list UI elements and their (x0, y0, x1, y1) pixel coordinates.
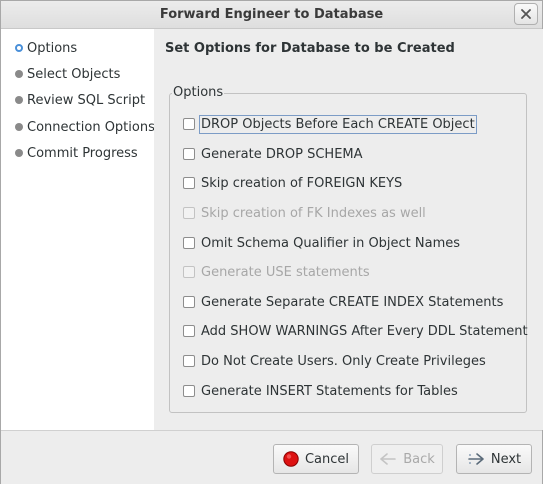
option-label: Skip creation of FOREIGN KEYS (201, 175, 403, 191)
checkbox[interactable] (183, 385, 195, 397)
option-label: Generate USE statements (201, 264, 370, 280)
step-label: Connection Options (27, 119, 155, 135)
option-omit-schema-qualifier[interactable]: Omit Schema Qualifier in Object Names (183, 233, 460, 253)
options-group-label: Options (172, 85, 225, 100)
step-label: Select Objects (27, 66, 121, 82)
cancel-label: Cancel (304, 451, 350, 467)
checkbox[interactable] (183, 237, 195, 249)
cancel-button[interactable]: Cancel (273, 444, 359, 474)
checkbox[interactable] (183, 325, 195, 337)
next-button[interactable]: Next (456, 444, 532, 474)
option-generate-use: Generate USE statements (183, 262, 370, 282)
step-bullet-icon (15, 70, 23, 78)
wizard-window: Forward Engineer to Database Options Sel… (0, 0, 543, 484)
checkbox[interactable] (183, 355, 195, 367)
option-label: Omit Schema Qualifier in Object Names (201, 235, 461, 251)
option-drop-objects[interactable]: DROP Objects Before Each CREATE Object (183, 114, 477, 134)
option-label: DROP Objects Before Each CREATE Object (199, 114, 477, 134)
checkbox (183, 266, 195, 278)
step-options: Options (15, 39, 77, 57)
checkbox[interactable] (183, 296, 195, 308)
option-label: Generate Separate CREATE INDEX Statement… (201, 294, 504, 310)
page-heading: Set Options for Database to be Created (165, 41, 455, 56)
option-label: Generate DROP SCHEMA (201, 146, 363, 162)
title-bar: Forward Engineer to Database (1, 1, 542, 29)
option-separate-create-index[interactable]: Generate Separate CREATE INDEX Statement… (183, 292, 503, 312)
option-label: Do Not Create Users. Only Create Privile… (201, 353, 486, 369)
close-icon (521, 9, 531, 19)
option-skip-foreign-keys[interactable]: Skip creation of FOREIGN KEYS (183, 173, 402, 193)
window-title: Forward Engineer to Database (159, 7, 384, 22)
checkbox[interactable] (183, 148, 195, 160)
wizard-steps-sidebar: Options Select Objects Review SQL Script… (1, 29, 155, 430)
step-review-sql-script: Review SQL Script (15, 91, 145, 109)
checkbox (183, 207, 195, 219)
close-button[interactable] (514, 3, 538, 25)
option-generate-insert[interactable]: Generate INSERT Statements for Tables (183, 381, 458, 401)
option-label: Skip creation of FK Indexes as well (201, 205, 426, 221)
options-page: Set Options for Database to be Created O… (154, 29, 543, 430)
step-bullet-icon (15, 123, 23, 131)
option-show-warnings[interactable]: Add SHOW WARNINGS After Every DDL Statem… (183, 321, 528, 341)
option-generate-drop-schema[interactable]: Generate DROP SCHEMA (183, 144, 363, 164)
next-label: Next (490, 451, 522, 467)
step-connection-options: Connection Options (15, 118, 155, 136)
step-label: Commit Progress (27, 145, 138, 161)
step-label: Review SQL Script (27, 92, 146, 108)
step-label: Options (27, 40, 78, 56)
back-label: Back (403, 451, 435, 467)
step-select-objects: Select Objects (15, 65, 120, 83)
stop-icon (283, 451, 299, 467)
option-label: Add SHOW WARNINGS After Every DDL Statem… (201, 323, 528, 339)
next-arrow-icon (467, 452, 485, 466)
step-commit-progress: Commit Progress (15, 144, 138, 162)
checkbox[interactable] (183, 177, 195, 189)
option-no-create-users[interactable]: Do Not Create Users. Only Create Privile… (183, 351, 486, 371)
button-bar: Cancel Back Next (1, 430, 542, 484)
option-label: Generate INSERT Statements for Tables (201, 383, 458, 399)
back-button[interactable]: Back (371, 444, 443, 474)
back-arrow-icon (379, 452, 397, 466)
checkbox[interactable] (183, 118, 195, 130)
step-bullet-icon (15, 149, 23, 157)
current-step-icon (15, 44, 23, 52)
step-bullet-icon (15, 96, 23, 104)
option-skip-fk-indexes: Skip creation of FK Indexes as well (183, 203, 426, 223)
